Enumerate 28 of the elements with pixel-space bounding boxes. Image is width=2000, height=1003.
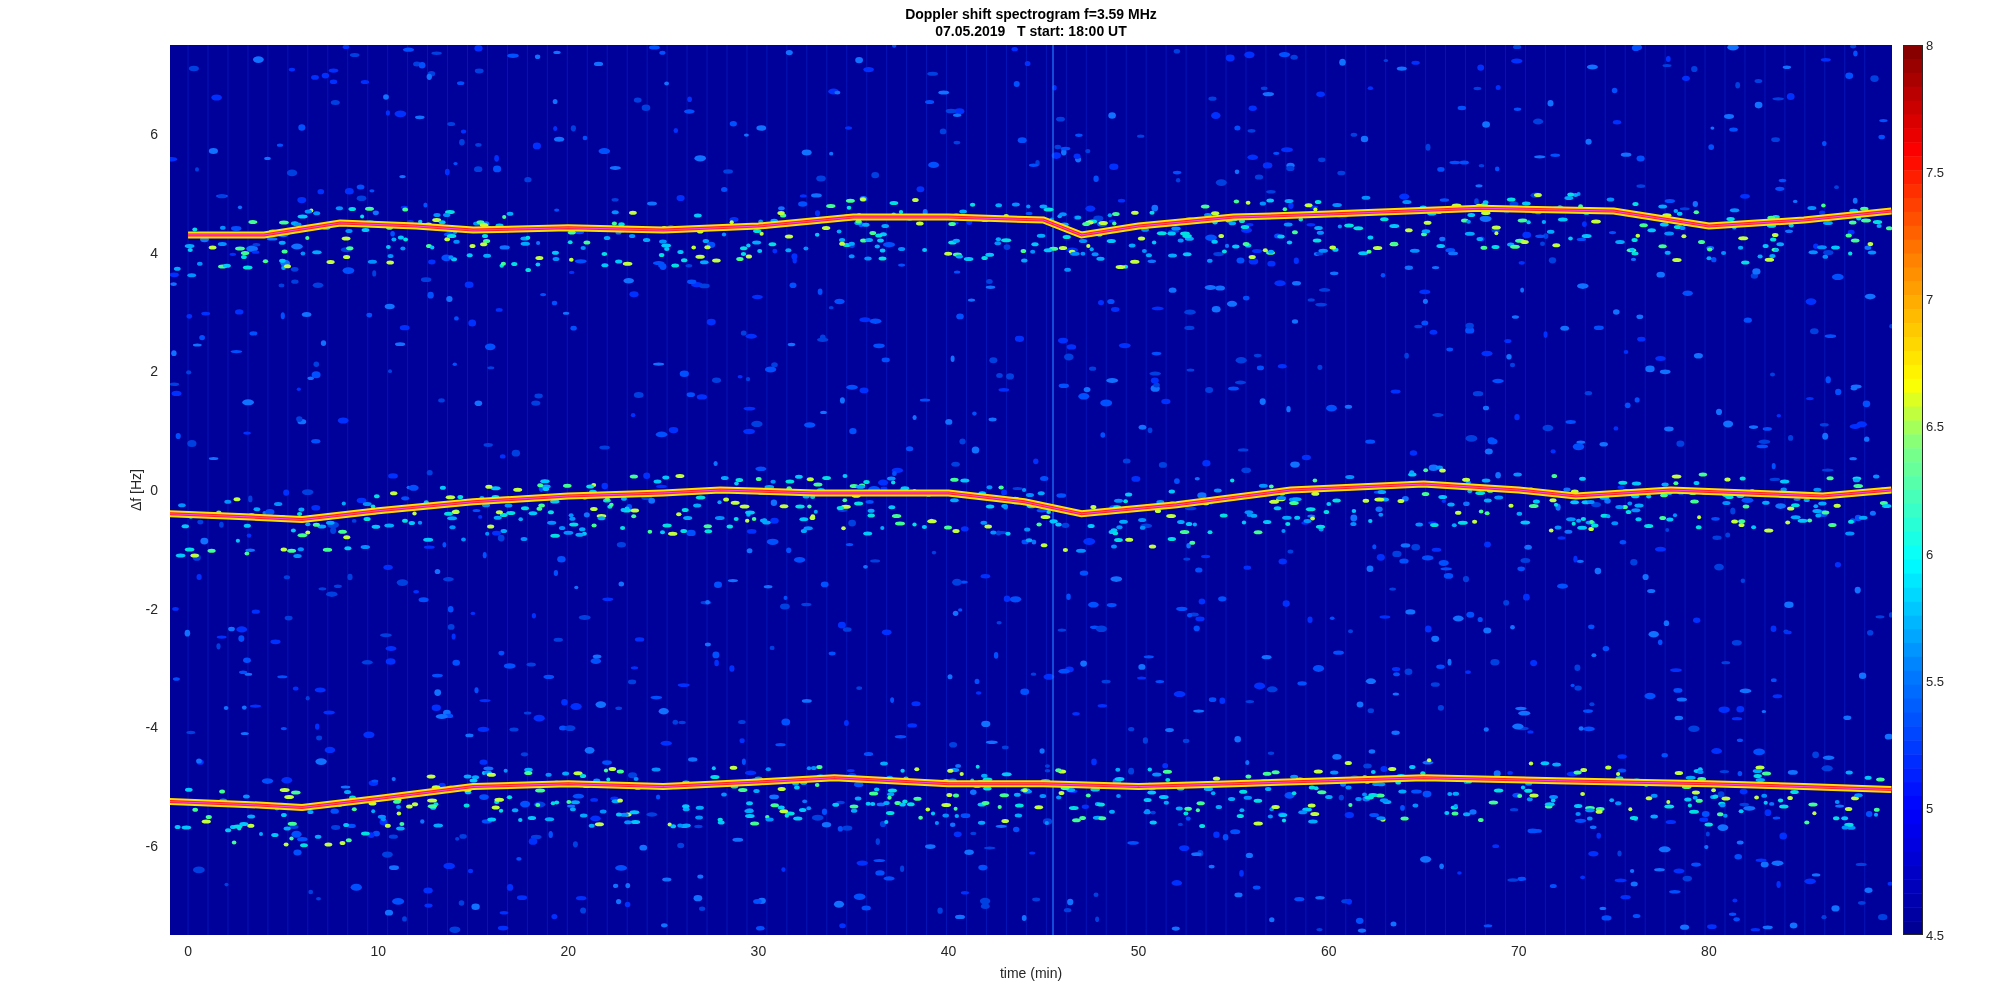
x-tick-label: 30 <box>750 943 767 959</box>
y-axis-label: Δf [Hz] <box>128 469 144 511</box>
x-tick-label: 80 <box>1701 943 1717 959</box>
colorbar-tick-label: 8 <box>1926 37 1934 53</box>
colorbar-tick-label: 4.5 <box>1926 927 1945 943</box>
colorbar-tick-label: 7.5 <box>1926 164 1945 180</box>
colorbar-tick-label: 7 <box>1926 291 1934 307</box>
x-tick-label: 0 <box>184 943 192 959</box>
x-tick-label: 10 <box>370 943 386 959</box>
x-tick-label: 50 <box>1130 943 1147 959</box>
y-tick-label: -2 <box>145 600 158 617</box>
y-tick-label: 0 <box>150 482 158 498</box>
y-tick-label: 2 <box>150 363 158 380</box>
y-tick-label: -6 <box>145 838 158 854</box>
colorbar-tick-label: 6 <box>1926 546 1934 562</box>
colorbar-tick-label: 5 <box>1926 800 1934 816</box>
x-tick-label: 20 <box>560 943 577 959</box>
x-tick-label: 70 <box>1511 943 1527 959</box>
x-tick-label: 60 <box>1320 943 1337 959</box>
chart-title: 07.05.2019 T start: 18:00 UT <box>935 23 1127 39</box>
x-axis-label: time (min) <box>999 965 1063 981</box>
y-tick-label: 4 <box>150 244 158 261</box>
colorbar-tick-label: 5.5 <box>1926 673 1945 689</box>
colorbar-tick-label: 6.5 <box>1926 418 1945 434</box>
y-tick-label: 6 <box>150 126 158 142</box>
x-tick-label: 40 <box>940 943 957 959</box>
chart-title: Doppler shift spectrogram f=3.59 MHz <box>905 6 1157 22</box>
y-tick-label: -4 <box>145 719 158 736</box>
